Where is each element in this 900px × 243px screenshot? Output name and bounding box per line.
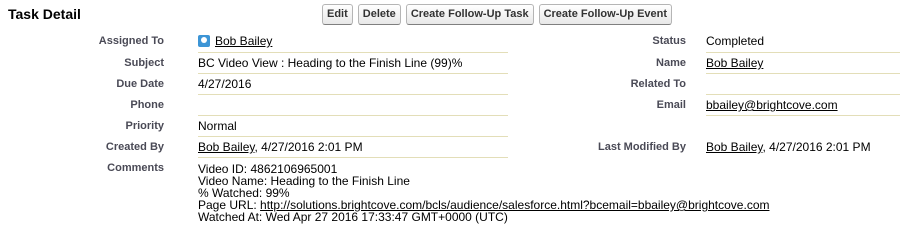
section-title: Task Detail — [8, 6, 81, 22]
divider — [198, 52, 508, 53]
last-modified-by-value: Bob Bailey, 4/27/2016 2:01 PM — [706, 140, 871, 154]
name-link[interactable]: Bob Bailey — [706, 56, 763, 70]
divider — [706, 52, 900, 53]
divider — [198, 136, 508, 137]
create-follow-up-task-button[interactable]: Create Follow-Up Task — [405, 4, 534, 25]
due-date-value: 4/27/2016 — [198, 77, 252, 91]
button-bar: Edit Delete Create Follow-Up Task Create… — [322, 4, 673, 25]
divider — [706, 94, 900, 95]
divider — [198, 73, 508, 74]
priority-value: Normal — [198, 119, 237, 133]
last-modified-by-label: Last Modified By — [597, 141, 686, 153]
delete-button[interactable]: Delete — [357, 4, 401, 25]
create-follow-up-event-button[interactable]: Create Follow-Up Event — [538, 4, 673, 25]
subject-label: Subject — [124, 57, 164, 69]
divider — [198, 94, 508, 95]
due-date-label: Due Date — [116, 78, 164, 90]
created-by-date: , 4/27/2016 2:01 PM — [254, 140, 363, 154]
assigned-to-value: Bob Bailey — [198, 34, 272, 48]
status-value: Completed — [706, 34, 765, 48]
email-value: bbailey@brightcove.com — [706, 98, 838, 112]
comments-label: Comments — [107, 162, 164, 174]
last-modified-by-date: , 4/27/2016 2:01 PM — [762, 140, 871, 154]
last-modified-by-link[interactable]: Bob Bailey — [706, 140, 762, 154]
divider — [198, 157, 508, 158]
status-label: Status — [652, 35, 686, 47]
email-label: Email — [656, 99, 686, 111]
priority-label: Priority — [125, 120, 164, 132]
created-by-label: Created By — [105, 141, 164, 153]
comment-line-watched-at: Watched At: Wed Apr 27 2016 17:33:47 GMT… — [198, 210, 508, 224]
name-value: Bob Bailey — [706, 56, 763, 70]
edit-button[interactable]: Edit — [322, 4, 353, 25]
assigned-to-link[interactable]: Bob Bailey — [215, 34, 272, 48]
related-to-label: Related To — [630, 78, 686, 90]
created-by-link[interactable]: Bob Bailey — [198, 140, 254, 154]
phone-label: Phone — [130, 99, 164, 111]
subject-value: BC Video View : Heading to the Finish Li… — [198, 56, 463, 70]
user-avatar-icon — [198, 35, 210, 47]
email-link[interactable]: bbailey@brightcove.com — [706, 98, 838, 112]
divider — [706, 115, 900, 116]
comments-value: Video ID: 4862106965001 Video Name: Head… — [198, 163, 769, 223]
assigned-to-label: Assigned To — [98, 35, 164, 47]
divider — [706, 73, 900, 74]
divider — [198, 115, 508, 116]
created-by-value: Bob Bailey, 4/27/2016 2:01 PM — [198, 140, 363, 154]
name-label: Name — [656, 57, 686, 69]
